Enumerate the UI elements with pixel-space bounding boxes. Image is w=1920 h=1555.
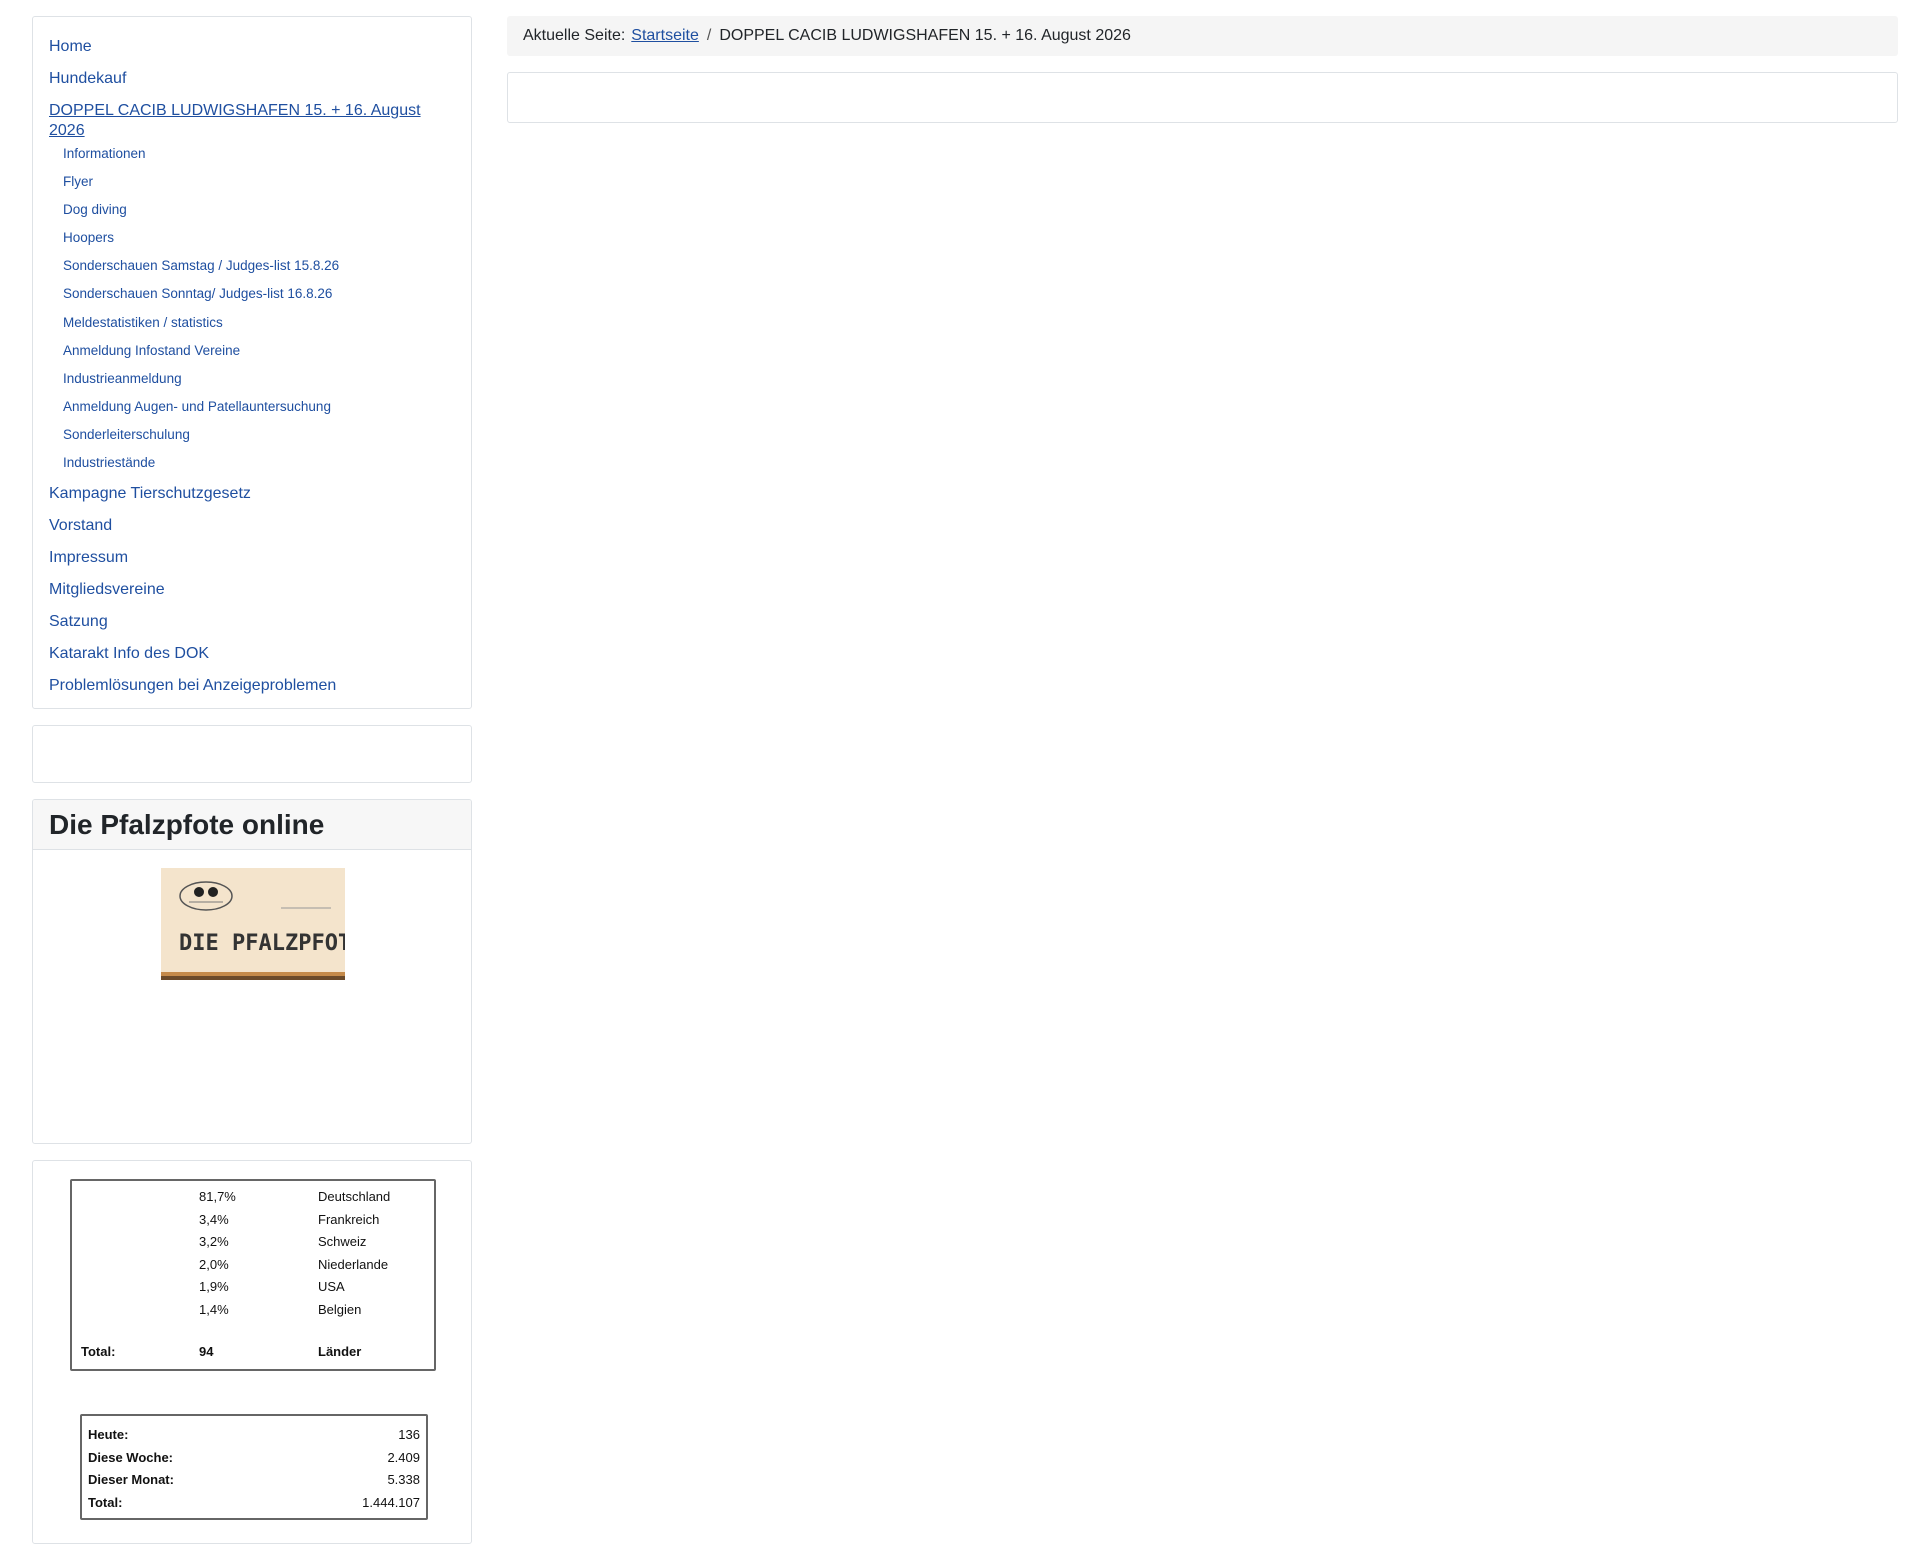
main-menu: Home Hundekauf DOPPEL CACIB LUDWIGSHAFEN… xyxy=(49,37,455,696)
pfalzpfote-card: Die Pfalzpfote online DIE PFALZPFOTE xyxy=(32,799,472,1144)
country-name: Belgien xyxy=(318,1301,362,1317)
submenu-item: Anmeldung Infostand Vereine xyxy=(63,342,455,360)
country-percent: 3,2% xyxy=(199,1234,229,1249)
submenu-link-industriestaende[interactable]: Industriestände xyxy=(63,455,155,470)
visitor-label: Dieser Monat: xyxy=(88,1472,174,1487)
menu-item-problemloesungen: Problemlösungen bei Anzeigeproblemen xyxy=(49,676,455,696)
pfalzpfote-header: Die Pfalzpfote online xyxy=(33,800,471,850)
breadcrumb: Aktuelle Seite: Startseite / DOPPEL CACIB L… xyxy=(507,16,1898,56)
visitor-counter-table: Heute: 136 Diese Woche: 2.409 Dieser Mon… xyxy=(80,1414,428,1520)
submenu-item: Sonderschauen Samstag / Judges-list 15.8… xyxy=(63,257,455,275)
breadcrumb-current: DOPPEL CACIB LUDWIGSHAFEN 15. + 16. Augu… xyxy=(719,27,1131,44)
table-row: 1,4% Belgien xyxy=(72,1300,434,1320)
country-name: Schweiz xyxy=(318,1234,367,1249)
menu-link-mitgliedsvereine[interactable]: Mitgliedsvereine xyxy=(49,580,165,600)
submenu-link-sonderschauen-sonntag[interactable]: Sonderschauen Sonntag/ Judges-list 16.8.… xyxy=(63,286,332,301)
menu-link-hundekauf[interactable]: Hundekauf xyxy=(49,69,126,89)
menu-item-hundekauf: Hundekauf xyxy=(49,69,455,89)
table-row: 2,0% Niederlande xyxy=(72,1255,434,1275)
table-row: Dieser Monat: 5.338 xyxy=(88,1469,420,1492)
visitor-label: Total: xyxy=(88,1494,123,1510)
menu-item-katarakt: Katarakt Info des DOK xyxy=(49,644,455,664)
table-row: Diese Woche: 2.409 xyxy=(88,1447,420,1470)
table-total-row: Total: 94 Länder xyxy=(72,1342,434,1362)
menu-item-impressum: Impressum xyxy=(49,548,455,568)
submenu-item: Sonderleiterschulung xyxy=(63,426,455,444)
pfalzpfote-cover-graphic: DIE PFALZPFOTE xyxy=(161,868,345,980)
country-name: Deutschland xyxy=(318,1189,391,1204)
submenu-link-sonderleiterschulung[interactable]: Sonderleiterschulung xyxy=(63,427,190,442)
visitor-value: 2.409 xyxy=(387,1449,420,1465)
pfalzpfote-cover-image[interactable]: DIE PFALZPFOTE xyxy=(161,868,345,980)
menu-link-doppel-cacib[interactable]: DOPPEL CACIB LUDWIGSHAFEN 15. + 16. Augu… xyxy=(49,101,455,141)
pfalzpfote-cover-text: DIE PFALZPFOTE xyxy=(179,931,345,956)
menu-link-vorstand[interactable]: Vorstand xyxy=(49,516,112,536)
menu-link-katarakt[interactable]: Katarakt Info des DOK xyxy=(49,644,209,664)
empty-module-card xyxy=(32,725,472,783)
submenu-doppel-cacib: Informationen Flyer Dog diving Hoopers S… xyxy=(63,145,455,472)
submenu-link-sonderschauen-samstag[interactable]: Sonderschauen Samstag / Judges-list 15.8… xyxy=(63,258,339,273)
pfalzpfote-title: Die Pfalzpfote online xyxy=(49,809,325,840)
main-content-card xyxy=(507,72,1898,123)
table-row: 1,9% USA xyxy=(72,1277,434,1297)
submenu-link-meldestatistiken[interactable]: Meldestatistiken / statistics xyxy=(63,315,223,330)
menu-link-kampagne[interactable]: Kampagne Tierschutzgesetz xyxy=(49,484,251,504)
visitor-value: 136 xyxy=(398,1427,420,1442)
visitor-label: Heute: xyxy=(88,1427,129,1442)
submenu-link-informationen[interactable]: Informationen xyxy=(63,146,146,161)
submenu-link-augen-patella[interactable]: Anmeldung Augen- und Patellauntersuchung xyxy=(63,399,331,414)
country-percent: 3,4% xyxy=(199,1211,229,1227)
country-name: Frankreich xyxy=(318,1211,380,1227)
country-percent: 2,0% xyxy=(199,1256,229,1272)
menu-link-problemloesungen[interactable]: Problemlösungen bei Anzeigeproblemen xyxy=(49,676,336,696)
submenu-link-hoopers[interactable]: Hoopers xyxy=(63,230,114,245)
visitor-label: Diese Woche: xyxy=(88,1449,174,1465)
table-row: 3,4% Frankreich xyxy=(72,1210,434,1230)
country-total-label: Total: xyxy=(81,1344,116,1359)
submenu-item: Meldestatistiken / statistics xyxy=(63,314,455,332)
submenu-link-industrieanmeldung[interactable]: Industrieanmeldung xyxy=(63,371,182,386)
submenu-item: Informationen xyxy=(63,145,455,163)
submenu-item: Flyer xyxy=(63,173,455,191)
menu-item-vorstand: Vorstand xyxy=(49,516,455,536)
country-name: USA xyxy=(318,1279,345,1294)
country-percent: 1,4% xyxy=(199,1301,229,1317)
submenu-item: Sonderschauen Sonntag/ Judges-list 16.8.… xyxy=(63,285,455,303)
breadcrumb-separator: / xyxy=(706,27,712,44)
country-stats-table: 81,7% Deutschland 3,4% Frankreich 3,2% S… xyxy=(70,1179,436,1371)
menu-link-satzung[interactable]: Satzung xyxy=(49,612,108,632)
submenu-item: Hoopers xyxy=(63,229,455,247)
submenu-link-flyer[interactable]: Flyer xyxy=(63,174,93,189)
country-percent: 1,9% xyxy=(199,1279,229,1294)
submenu-item: Anmeldung Augen- und Patellauntersuchung xyxy=(63,398,455,416)
breadcrumb-prefix: Aktuelle Seite: xyxy=(523,27,626,44)
country-percent: 81,7% xyxy=(199,1189,236,1204)
menu-item-satzung: Satzung xyxy=(49,612,455,632)
menu-item-home: Home xyxy=(49,37,455,57)
visitor-value: 1.444.107 xyxy=(362,1494,420,1510)
menu-link-impressum[interactable]: Impressum xyxy=(49,548,128,568)
submenu-item: Industrieanmeldung xyxy=(63,370,455,388)
statistics-card: 81,7% Deutschland 3,4% Frankreich 3,2% S… xyxy=(32,1160,472,1544)
country-name: Niederlande xyxy=(318,1256,389,1272)
submenu-item: Industriestände xyxy=(63,454,455,472)
menu-item-kampagne: Kampagne Tierschutzgesetz xyxy=(49,484,455,504)
table-row: 3,2% Schweiz xyxy=(72,1232,434,1252)
country-total-value: 94 xyxy=(199,1344,214,1359)
menu-link-home[interactable]: Home xyxy=(49,37,92,57)
visitor-value: 5.338 xyxy=(387,1472,420,1487)
table-row: Heute: 136 xyxy=(88,1424,420,1447)
country-total-unit: Länder xyxy=(318,1344,362,1359)
breadcrumb-home-link[interactable]: Startseite xyxy=(631,27,699,44)
submenu-item: Dog diving xyxy=(63,201,455,219)
submenu-link-infostand-vereine[interactable]: Anmeldung Infostand Vereine xyxy=(63,343,240,358)
table-row: Total: 1.444.107 xyxy=(88,1492,420,1515)
table-row: 81,7% Deutschland xyxy=(72,1187,434,1207)
submenu-link-dog-diving[interactable]: Dog diving xyxy=(63,202,127,217)
main-menu-card: Home Hundekauf DOPPEL CACIB LUDWIGSHAFEN… xyxy=(32,16,472,709)
menu-item-doppel-cacib: DOPPEL CACIB LUDWIGSHAFEN 15. + 16. Augu… xyxy=(49,101,455,472)
menu-item-mitgliedsvereine: Mitgliedsvereine xyxy=(49,580,455,600)
